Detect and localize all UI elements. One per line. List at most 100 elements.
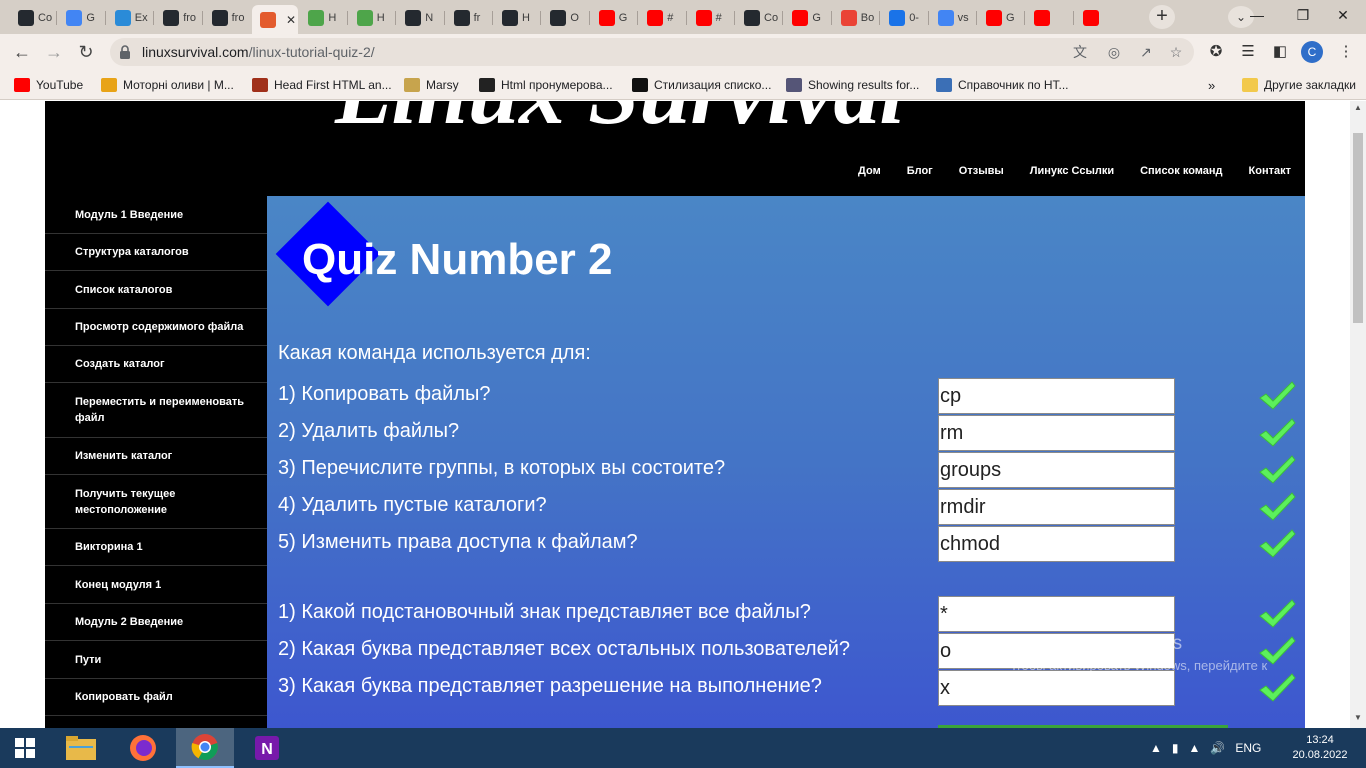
browser-tab[interactable]: G	[978, 5, 1024, 31]
close-tab-icon[interactable]: ✕	[286, 13, 296, 27]
tab-title: Co	[38, 12, 53, 24]
sidebar-item[interactable]: Модуль 2 Введение	[45, 604, 267, 641]
sidebar-item[interactable]: Конец модуля 1	[45, 566, 267, 604]
answer-input[interactable]: chmod	[938, 526, 1175, 562]
bookmark-item[interactable]: Html пронумерова...	[479, 76, 613, 94]
bookmark-star-icon[interactable]: ☆	[1166, 42, 1186, 62]
answer-input[interactable]: rmdir	[938, 489, 1175, 525]
browser-tab[interactable]: G	[784, 5, 830, 31]
nav-link[interactable]: Дом	[858, 165, 881, 177]
eye-off-icon[interactable]: ◎	[1104, 42, 1124, 62]
nav-link[interactable]: Контакт	[1249, 165, 1291, 177]
browser-tab[interactable]: Co	[10, 5, 56, 31]
browser-tab[interactable]: fr	[446, 5, 492, 31]
sidebar-item[interactable]: Пути	[45, 641, 267, 679]
browser-tab[interactable]: Bo	[833, 5, 879, 31]
bookmark-item[interactable]: Head First HTML an...	[252, 76, 392, 94]
bookmark-item[interactable]: Marsy	[404, 76, 459, 94]
translate-icon[interactable]: 文	[1070, 42, 1090, 62]
browser-tab[interactable]: H	[349, 5, 395, 31]
other-bookmarks[interactable]: Другие закладки	[1242, 76, 1356, 94]
scroll-down-icon[interactable]: ▼	[1352, 713, 1364, 725]
sidebar-item[interactable]: Копировать файл	[45, 679, 267, 716]
nav-link[interactable]: Список команд	[1140, 165, 1222, 177]
sidebar-item[interactable]: Список каталогов	[45, 271, 267, 309]
browser-tab[interactable]: fro	[155, 5, 201, 31]
tab-title: G	[1006, 12, 1015, 24]
bookmark-item[interactable]: Моторні оливи | М...	[101, 76, 234, 94]
scroll-up-icon[interactable]: ▲	[1352, 103, 1364, 115]
reload-button[interactable]: ↻	[73, 40, 99, 64]
question-text: 3) Перечислите группы, в которых вы сост…	[278, 457, 726, 479]
browser-tab[interactable]: Co	[736, 5, 782, 31]
tray-overflow-icon[interactable]: ▲	[1150, 741, 1162, 755]
windows-start-button[interactable]	[0, 728, 50, 768]
bookmark-item[interactable]: Стилизация списко...	[632, 76, 771, 94]
forward-button[interactable]: →	[41, 40, 67, 64]
battery-icon[interactable]: ▮	[1172, 741, 1179, 755]
side-panel-icon[interactable]: ◧	[1270, 42, 1290, 62]
volume-icon[interactable]: 🔊	[1210, 741, 1225, 755]
system-tray: ▲ ▮ ▲ 🔊 ENG	[1150, 728, 1261, 768]
answer-input[interactable]: *	[938, 596, 1175, 632]
taskbar-firefox[interactable]	[114, 728, 172, 768]
bookmarks-overflow-icon[interactable]: »	[1208, 76, 1215, 94]
nav-link[interactable]: Блог	[907, 165, 933, 177]
sidebar-item[interactable]: Переместить и переименовать файл	[45, 383, 267, 438]
sidebar-item[interactable]: Получить текущее местоположение	[45, 475, 267, 529]
new-tab-button[interactable]: +	[1149, 5, 1175, 29]
browser-tab[interactable]: G	[591, 5, 637, 31]
browser-tab[interactable]: H	[494, 5, 540, 31]
url-text[interactable]: linuxsurvival.com/linux-tutorial-quiz-2/	[142, 44, 375, 60]
browser-tab[interactable]: #	[639, 5, 685, 31]
nav-link[interactable]: Отзывы	[959, 165, 1004, 177]
close-window-button[interactable]: ✕	[1320, 0, 1366, 30]
browser-tab[interactable]: #	[688, 5, 734, 31]
browser-tab[interactable]: fro	[204, 5, 250, 31]
sidebar-item[interactable]: Изменить каталог	[45, 438, 267, 475]
menu-icon[interactable]: ⋮	[1336, 42, 1356, 62]
network-icon[interactable]: ▲	[1189, 741, 1201, 755]
media-control-icon[interactable]: ☰	[1238, 42, 1258, 62]
lock-icon[interactable]	[118, 44, 132, 60]
browser-tab[interactable]	[1075, 5, 1121, 31]
browser-tab[interactable]: G	[58, 5, 104, 31]
browser-tab[interactable]: vs	[930, 5, 976, 31]
answer-input[interactable]: cp	[938, 378, 1175, 414]
taskbar-clock[interactable]: 13:24 20.08.2022	[1290, 733, 1350, 763]
extensions-icon[interactable]: ✪	[1206, 42, 1226, 62]
nav-link[interactable]: Линукс Ссылки	[1030, 165, 1114, 177]
url-path: /linux-tutorial-quiz-2/	[248, 44, 375, 60]
bookmark-item[interactable]: Справочник по HT...	[936, 76, 1069, 94]
bookmark-item[interactable]: YouTube	[14, 76, 83, 94]
taskbar-onenote[interactable]: N	[238, 728, 296, 768]
site-logo[interactable]: Linux Survival	[335, 101, 905, 145]
browser-tab[interactable]: ✕	[252, 5, 299, 34]
browser-tab[interactable]: Ex	[107, 5, 153, 31]
youtube-icon	[1034, 10, 1051, 26]
answer-input[interactable]: rm	[938, 415, 1175, 451]
bookmark-label: Справочник по HT...	[958, 78, 1069, 92]
sidebar-item[interactable]: Структура каталогов	[45, 234, 267, 271]
minimize-button[interactable]: —	[1234, 0, 1280, 30]
checkmark-icon	[1259, 455, 1296, 484]
bookmark-item[interactable]: Showing results for...	[786, 76, 919, 94]
sidebar-item[interactable]: Просмотр содержимого файла	[45, 309, 267, 346]
share-icon[interactable]: ↗	[1136, 42, 1156, 62]
language-indicator[interactable]: ENG	[1235, 741, 1261, 755]
answer-input[interactable]: groups	[938, 452, 1175, 488]
back-button[interactable]: ←	[9, 40, 35, 64]
browser-tab[interactable]: 0-	[881, 5, 927, 31]
taskbar-chrome[interactable]	[176, 728, 234, 768]
sidebar-item[interactable]: Создать каталог	[45, 346, 267, 383]
sidebar-item[interactable]: Викторина 1	[45, 529, 267, 566]
browser-tab[interactable]: H	[300, 5, 346, 31]
quiz-intro: Какая команда используется для:	[278, 342, 591, 364]
browser-tab[interactable]: O	[542, 5, 588, 31]
browser-tab[interactable]	[1026, 5, 1072, 31]
browser-tab[interactable]: N	[397, 5, 443, 31]
taskbar-file-explorer[interactable]	[52, 728, 110, 768]
scroll-thumb[interactable]	[1353, 133, 1363, 323]
sidebar-item[interactable]: Модуль 1 Введение	[45, 196, 267, 234]
profile-avatar[interactable]: C	[1301, 41, 1323, 63]
